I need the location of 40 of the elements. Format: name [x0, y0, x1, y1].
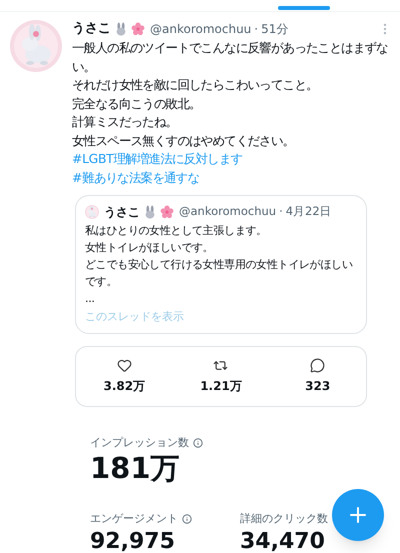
heart-icon[interactable]: [116, 358, 132, 372]
tweet-text: 完全なる向こうの敗北。: [72, 94, 202, 112]
author-handle: @ankoromochuu: [179, 203, 276, 220]
flower-icon: [160, 205, 174, 219]
stat-count: 1.21万: [200, 378, 242, 394]
metric-value: 34,470: [240, 528, 326, 553]
info-icon[interactable]: [182, 514, 192, 524]
stat-count: 3.82万: [104, 378, 146, 394]
timestamp: 51分: [261, 21, 288, 38]
metric-value: 92,975: [90, 528, 176, 553]
info-icon[interactable]: [193, 438, 203, 448]
author-name: うさこ: [72, 20, 111, 38]
flower-icon: [131, 22, 145, 36]
tweet-text: それだけ女性を敵に回したらこわいってこと。: [72, 76, 319, 94]
quoted-tweet-text: 女性トイレがほしいです。: [85, 240, 214, 256]
timestamp: 4月22日: [286, 203, 332, 220]
quoted-tweet-text: どこでも安心して行ける女性専用の女性トイレがほしいです。: [85, 257, 354, 290]
quoted-tweet-text: ...: [85, 291, 96, 307]
tab-indicator: [278, 6, 330, 10]
separator: ·: [254, 21, 258, 38]
rabbit-icon: [114, 22, 128, 36]
metric-label: インプレッション数: [90, 434, 189, 450]
separator: ·: [279, 203, 283, 220]
hashtag-link[interactable]: #難ありな法案を通すな: [72, 170, 200, 184]
compose-button[interactable]: [332, 489, 384, 541]
tweet-text: 一般人の私のツイートでこんなに反響があったことはまずない。: [72, 39, 388, 76]
show-thread-link[interactable]: このスレッドを表示: [85, 310, 184, 323]
tweet-text: 女性スペース無くすのはやめてください。: [72, 132, 296, 150]
metric-label: エンゲージメント: [90, 511, 178, 527]
speech-bubble-icon[interactable]: [310, 358, 326, 372]
hashtag-link[interactable]: #LGBT理解増進法に反対します: [72, 151, 242, 166]
quoted-tweet-card[interactable]: うさこ @ankoromochuu · 4月22日 私はひとりの女性として主張します。 女性トイレがほしいです。 どこでも安心して行ける女性専用の女性トイレがほしいです。 ... このスレッドを表示: [75, 195, 367, 334]
author-name: うさこ: [104, 204, 140, 221]
quoted-tweet-text: 私はひとりの女性として主張します。: [85, 223, 268, 239]
author-handle: @ankoromochuu: [150, 21, 252, 38]
rabbit-icon: [143, 205, 157, 219]
tweet-text: 計算ミスだったね。: [72, 113, 178, 131]
stat-count: 323: [305, 378, 330, 394]
metric-value: 181万: [90, 451, 181, 485]
metric-label: 詳細のクリック数: [240, 511, 328, 527]
